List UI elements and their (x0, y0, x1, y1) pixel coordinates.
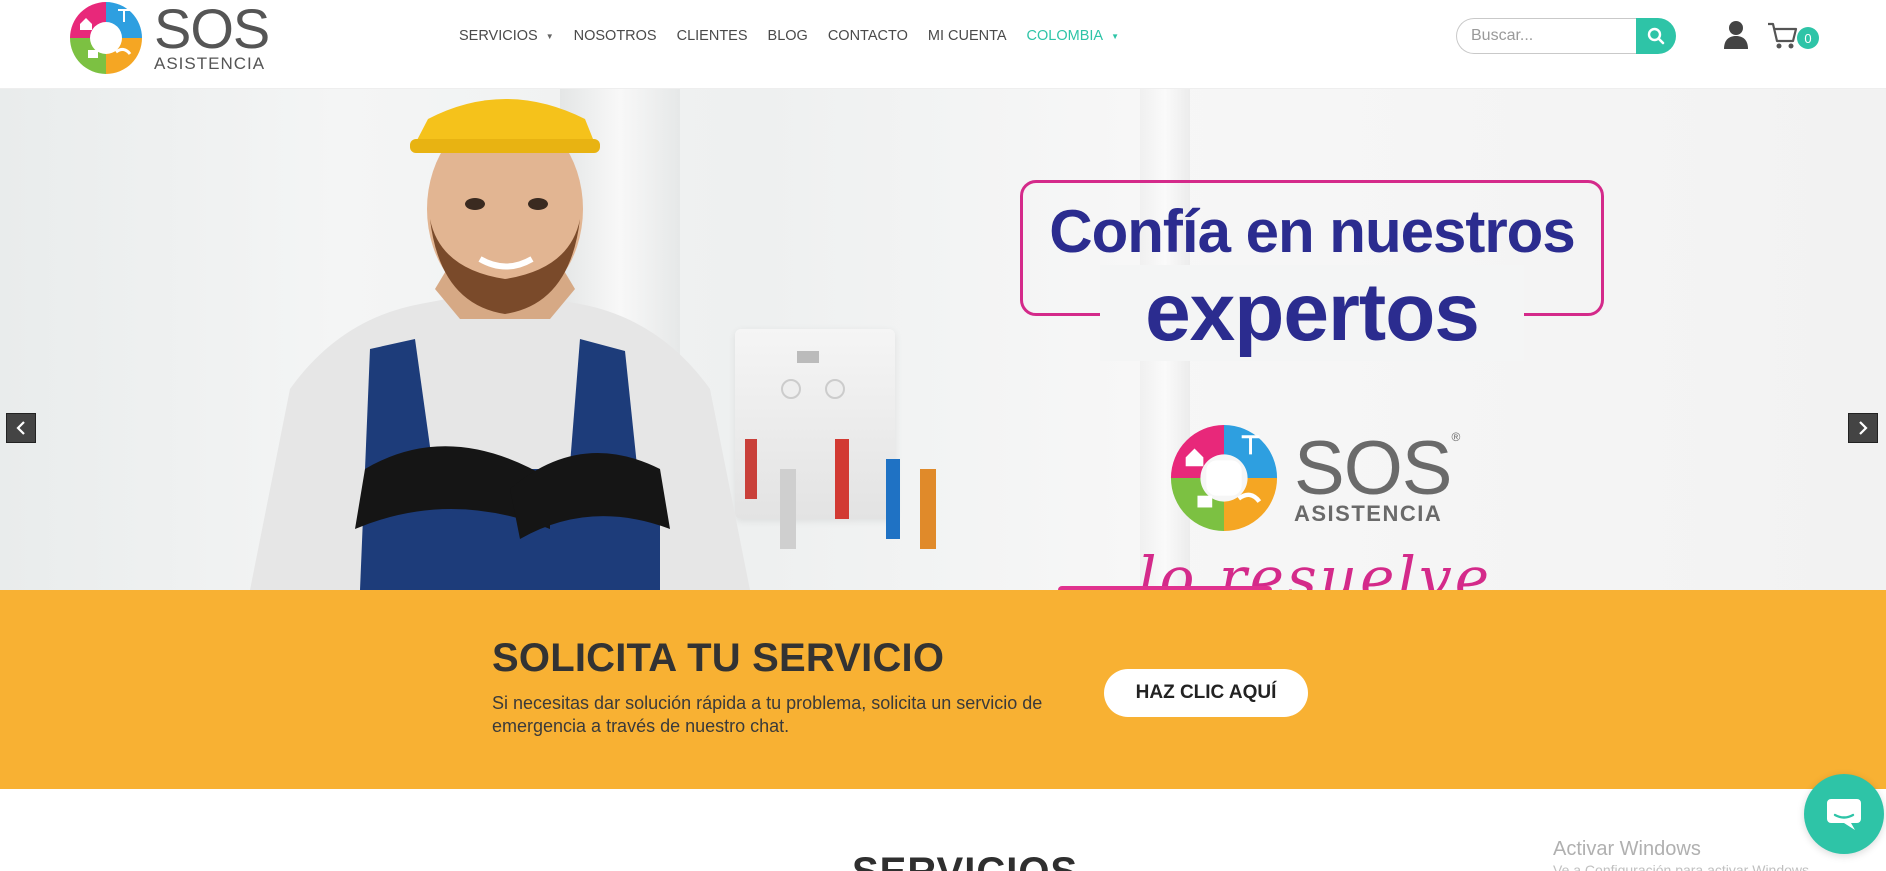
hero-script-tagline: lo resuelve (1138, 544, 1493, 590)
site-header: SOS ASISTENCIA SERVICIOS ▼ NOSOTROS CLIE… (0, 0, 1886, 89)
cart-icon (1768, 22, 1798, 49)
hero-headline-emphasis: expertos (1100, 265, 1524, 361)
nav-item-blog[interactable]: BLOG (768, 28, 808, 44)
hero-logo-tagline: ASISTENCIA (1294, 501, 1443, 526)
logo-mark-icon (70, 2, 142, 74)
slider-next-button[interactable] (1848, 413, 1878, 443)
cart-button[interactable]: 0 (1767, 20, 1827, 52)
nav-item-label: SERVICIOS (459, 28, 538, 44)
search-button[interactable] (1636, 18, 1676, 54)
cta-description: Si necesitas dar solución rápida a tu pr… (492, 693, 1043, 736)
nav-item-label: BLOG (767, 28, 808, 44)
nav-item-contacto[interactable]: CONTACTO (828, 28, 908, 44)
chat-bubble-icon (1827, 799, 1861, 830)
services-section-title: SERVICIOS (852, 850, 1078, 871)
slider-prev-button[interactable] (6, 413, 36, 443)
logo-mark-icon (1170, 424, 1278, 532)
nav-item-label: MI CUENTA (927, 28, 1007, 44)
nav-item-clientes[interactable]: CLIENTES (677, 28, 748, 44)
logo-name: SOS (154, 0, 270, 60)
logo-tagline: ASISTENCIA (154, 53, 266, 73)
nav-item-servicios[interactable]: SERVICIOS ▼ (459, 28, 554, 44)
nav-item-mi-cuenta[interactable]: MI CUENTA (928, 28, 1007, 44)
hero-logo: SOS® ASISTENCIA (1168, 422, 1461, 534)
nav-item-nosotros[interactable]: NOSOTROS (574, 28, 657, 44)
windows-activation-watermark: Activar Windows (1553, 838, 1701, 860)
nav-item-label: CLIENTES (676, 28, 748, 44)
account-button[interactable] (1722, 20, 1750, 50)
user-icon (1724, 21, 1748, 49)
page: SOS ASISTENCIA SERVICIOS ▼ NOSOTROS CLIE… (0, 0, 1886, 871)
chevron-right-icon (1859, 421, 1868, 435)
chevron-left-icon (16, 421, 25, 435)
hero-logo-name: SOS® (1294, 430, 1461, 507)
nav-item-colombia[interactable]: COLOMBIA ▼ (1027, 28, 1119, 44)
cta-button[interactable]: HAZ CLIC AQUÍ (1104, 669, 1308, 717)
pipe (886, 459, 900, 539)
hero-slider: Confía en nuestros expertos SOS® ASISTEN… (0, 89, 1886, 590)
search-input[interactable] (1456, 18, 1636, 54)
chat-button[interactable] (1804, 774, 1884, 854)
caret-down-icon: ▼ (545, 31, 554, 41)
caret-down-icon: ▼ (1111, 31, 1120, 41)
site-logo[interactable]: SOS ASISTENCIA (68, 0, 270, 76)
hero-headline: Confía en nuestros (1049, 198, 1575, 265)
service-request-band: SOLICITA TU SERVICIO Si necesitas dar so… (0, 590, 1886, 789)
main-nav: SERVICIOS ▼ NOSOTROS CLIENTES BLOG CONTA… (459, 26, 1139, 46)
windows-activation-hint: Ve a Configuración para activar Windows. (1553, 862, 1813, 871)
pipe (835, 439, 849, 519)
nav-item-label: CONTACTO (827, 28, 908, 44)
cart-count-badge: 0 (1797, 27, 1819, 49)
cta-title: SOLICITA TU SERVICIO (492, 636, 945, 680)
nav-item-label: COLOMBIA (1026, 28, 1104, 44)
nav-item-label: NOSOTROS (573, 28, 657, 44)
pipe (780, 469, 796, 549)
pipe (920, 469, 936, 549)
search-bar (1456, 18, 1676, 54)
hero-logo-name-text: SOS (1294, 426, 1452, 511)
technician-photo (250, 99, 750, 590)
search-icon (1647, 27, 1665, 45)
registered-mark: ® (1451, 430, 1461, 444)
